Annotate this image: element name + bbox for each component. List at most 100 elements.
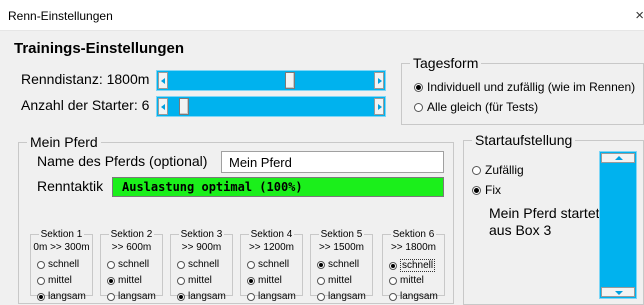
startaufstellung-legend: Startaufstellung	[472, 132, 576, 148]
section-6-schnell[interactable]: schnell	[389, 259, 436, 272]
race-distance-label: Renndistanz: 1800m	[21, 71, 150, 87]
radio-label: mittel	[118, 275, 142, 286]
radio-label: mittel	[328, 275, 352, 286]
radio-label: schnell	[328, 259, 360, 270]
radio-label: schnell	[258, 259, 290, 270]
starters-scrollbar[interactable]	[156, 96, 386, 117]
title-bar: Renn-Einstellungen ×	[0, 0, 644, 31]
radio-icon[interactable]	[107, 276, 115, 285]
section-title: Sektion 3	[178, 229, 225, 240]
race-tactic-label: Renntaktik	[37, 178, 104, 194]
section-range: >> 1800m	[390, 242, 437, 253]
section-6-langsam[interactable]: langsam	[389, 291, 438, 302]
section-1: Sektion 1 0m >> 300m schnell mittel lang…	[30, 229, 93, 302]
section-range: 0m >> 300m	[33, 242, 90, 253]
section-title: Sektion 6	[390, 229, 437, 240]
radio-label: mittel	[48, 275, 72, 286]
arrow-down-icon[interactable]	[601, 287, 635, 297]
radio-icon[interactable]	[247, 292, 255, 301]
radio-icon[interactable]	[389, 292, 397, 301]
radio-icon[interactable]	[177, 292, 185, 301]
radio-icon[interactable]	[107, 260, 115, 269]
radio-icon[interactable]	[317, 276, 325, 285]
radio-label: langsam	[258, 291, 296, 302]
radio-label: schnell	[118, 259, 150, 270]
race-distance-scrollbar[interactable]	[156, 70, 386, 91]
starters-label: Anzahl der Starter: 6	[21, 97, 150, 113]
section-5: Sektion 5 >> 1500m schnell mittel langsa…	[310, 229, 373, 302]
section-2-schnell[interactable]: schnell	[107, 259, 149, 270]
section-range: >> 1200m	[248, 242, 295, 253]
section-3-langsam[interactable]: langsam	[177, 291, 226, 302]
section-5-schnell[interactable]: schnell	[317, 259, 359, 270]
radio-label: mittel	[400, 275, 424, 286]
radio-label: Zufällig	[485, 163, 524, 177]
radio-icon[interactable]	[317, 292, 325, 301]
tagesform-option-individual[interactable]: Individuell und zufällig (wie im Rennen)	[414, 80, 635, 94]
radio-icon[interactable]	[107, 292, 115, 301]
radio-icon[interactable]	[247, 260, 255, 269]
radio-icon[interactable]	[317, 260, 325, 269]
section-1-schnell[interactable]: schnell	[37, 259, 79, 270]
arrow-right-icon[interactable]	[374, 98, 384, 115]
radio-label: mittel	[188, 275, 212, 286]
section-2-mittel[interactable]: mittel	[107, 275, 142, 286]
radio-label: langsam	[328, 291, 366, 302]
section-title: Sektion 2	[108, 229, 155, 240]
radio-icon[interactable]	[389, 276, 397, 285]
section-6-mittel[interactable]: mittel	[389, 275, 424, 286]
radio-label: Fix	[485, 183, 501, 197]
radio-icon[interactable]	[247, 276, 255, 285]
section-6: Sektion 6 >> 1800m schnell mittel langsa…	[382, 229, 445, 302]
section-1-mittel[interactable]: mittel	[37, 275, 72, 286]
radio-label: langsam	[400, 291, 438, 302]
section-5-mittel[interactable]: mittel	[317, 275, 352, 286]
starters-thumb[interactable]	[179, 98, 189, 115]
radio-label: langsam	[118, 291, 156, 302]
tagesform-option-equal[interactable]: Alle gleich (für Tests)	[414, 100, 538, 114]
radio-label: mittel	[258, 275, 282, 286]
section-2: Sektion 2 >> 600m schnell mittel langsam	[100, 229, 163, 302]
start-box-scrollbar[interactable]	[599, 151, 637, 299]
section-5-langsam[interactable]: langsam	[317, 291, 366, 302]
section-1-langsam[interactable]: langsam	[37, 291, 86, 302]
race-distance-thumb[interactable]	[285, 72, 295, 89]
radio-icon[interactable]	[177, 276, 185, 285]
section-3-mittel[interactable]: mittel	[177, 275, 212, 286]
section-4-langsam[interactable]: langsam	[247, 291, 296, 302]
arrow-left-icon[interactable]	[158, 72, 168, 89]
radio-icon[interactable]	[414, 102, 423, 112]
start-option-fixed[interactable]: Fix	[472, 183, 501, 197]
radio-icon[interactable]	[37, 260, 45, 269]
horse-legend: Mein Pferd	[27, 134, 101, 150]
section-range: >> 1500m	[318, 242, 365, 253]
arrow-up-icon[interactable]	[601, 153, 635, 163]
radio-label: Alle gleich (für Tests)	[427, 100, 539, 114]
radio-icon[interactable]	[389, 261, 397, 270]
start-box-text: Mein Pferd startet aus Box 3	[489, 205, 600, 238]
radio-icon[interactable]	[414, 82, 423, 92]
section-4-schnell[interactable]: schnell	[247, 259, 289, 270]
radio-label: schnell	[48, 259, 80, 270]
radio-label: langsam	[188, 291, 226, 302]
arrow-right-icon[interactable]	[374, 72, 384, 89]
arrow-left-icon[interactable]	[158, 98, 168, 115]
dialog-body: Trainings-Einstellungen Renndistanz: 180…	[0, 31, 644, 305]
radio-icon[interactable]	[37, 292, 45, 301]
tagesform-group: Tagesform Individuell und zufällig (wie …	[401, 55, 644, 125]
radio-icon[interactable]	[472, 165, 481, 175]
tagesform-legend: Tagesform	[410, 55, 482, 71]
page-title: Trainings-Einstellungen	[14, 40, 185, 57]
section-4-mittel[interactable]: mittel	[247, 275, 282, 286]
radio-icon[interactable]	[177, 260, 185, 269]
section-3-schnell[interactable]: schnell	[177, 259, 219, 270]
radio-icon[interactable]	[37, 276, 45, 285]
radio-icon[interactable]	[472, 185, 481, 195]
section-title: Sektion 4	[248, 229, 295, 240]
radio-label: schnell	[400, 259, 436, 272]
horse-name-input[interactable]: Mein Pferd	[221, 151, 444, 173]
section-2-langsam[interactable]: langsam	[107, 291, 156, 302]
section-4: Sektion 4 >> 1200m schnell mittel langsa…	[240, 229, 303, 302]
start-option-random[interactable]: Zufällig	[472, 163, 524, 177]
close-icon[interactable]: ×	[635, 7, 644, 24]
